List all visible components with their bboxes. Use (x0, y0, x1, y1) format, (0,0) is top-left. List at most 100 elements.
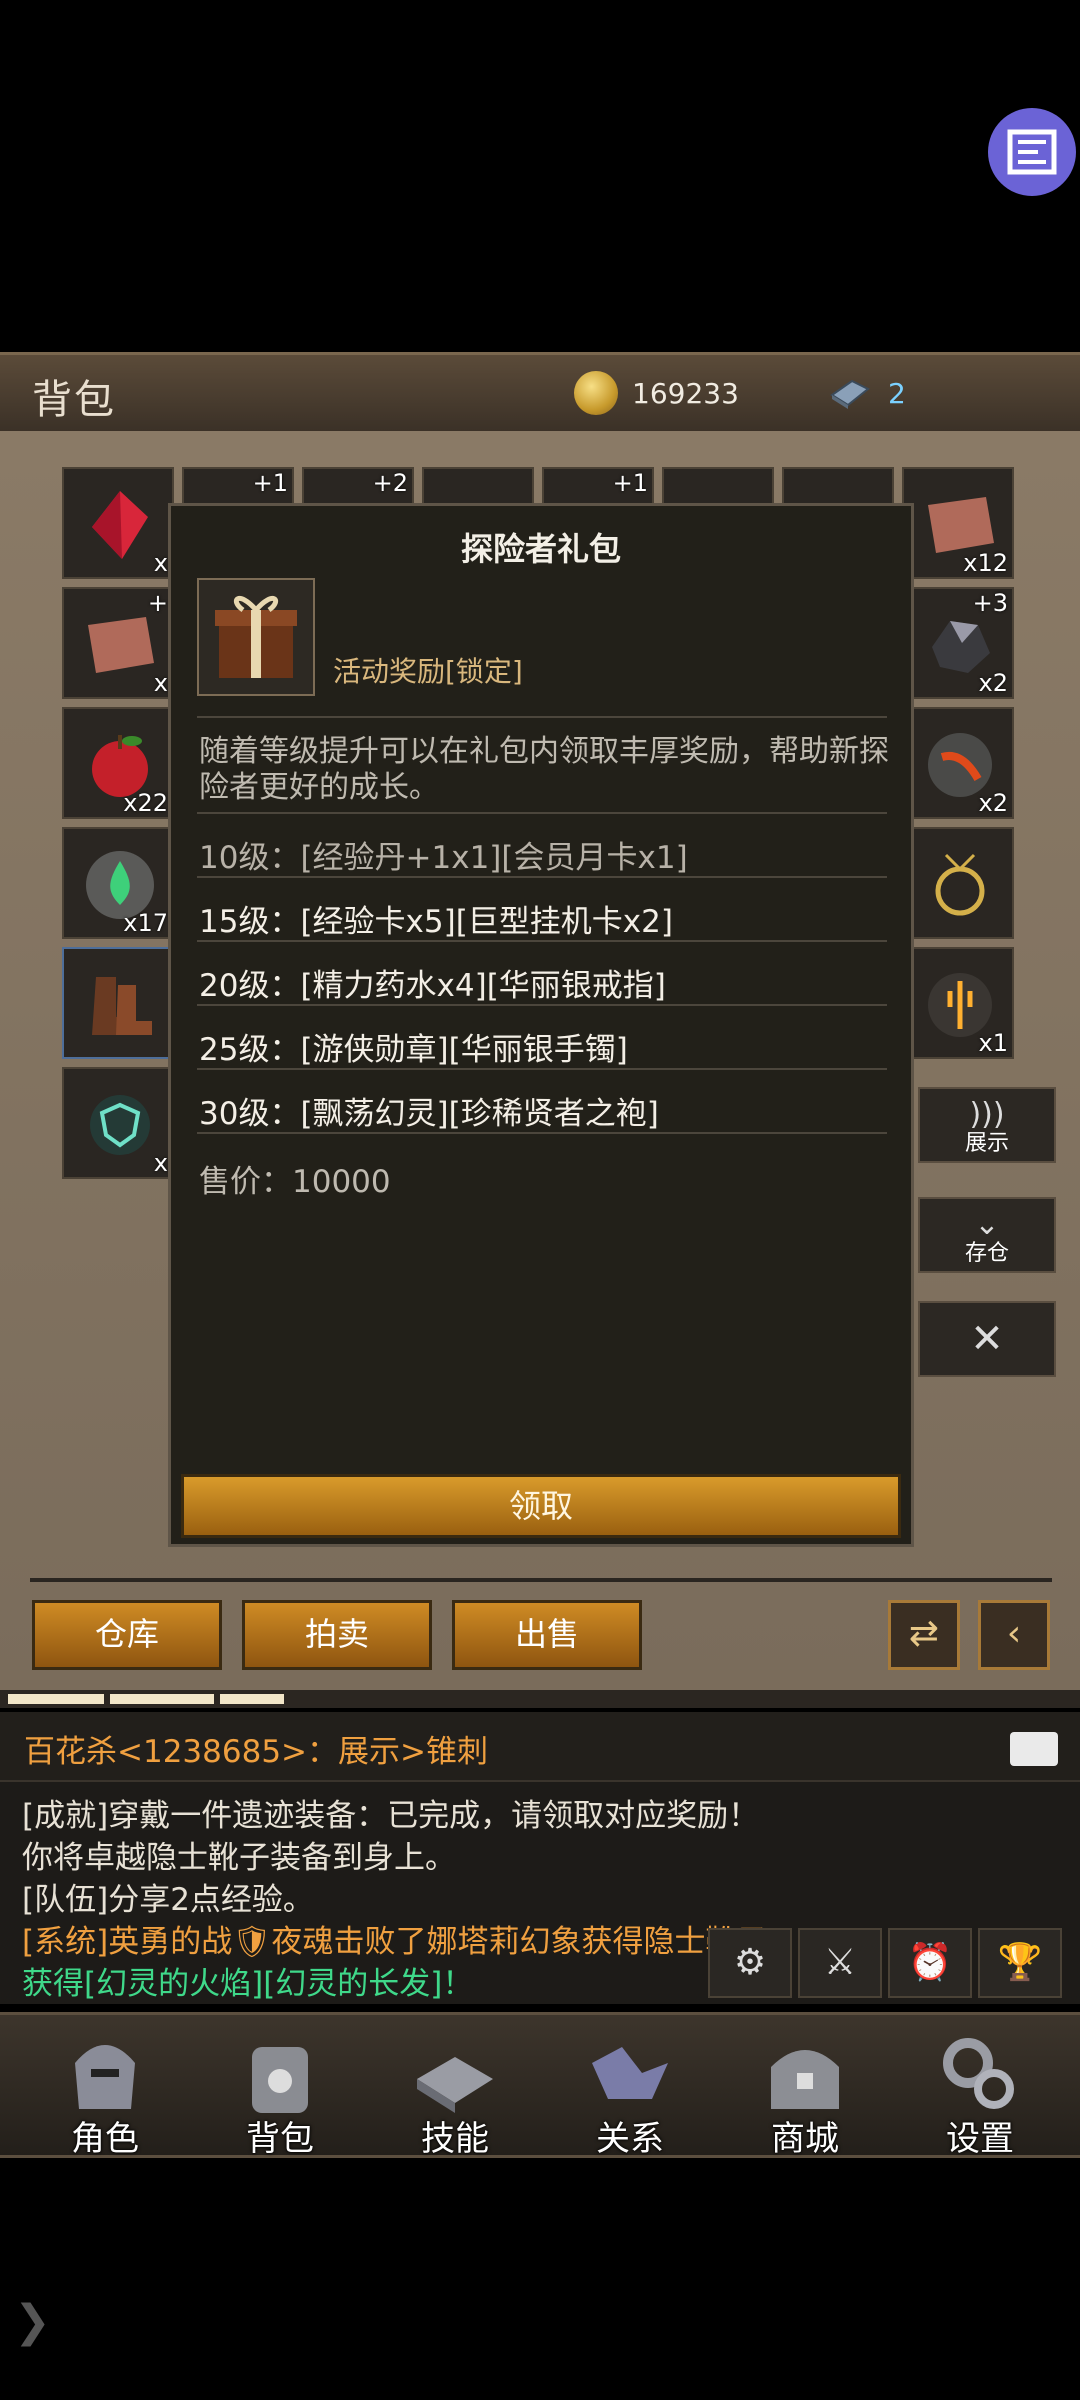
item-plus: +1 (252, 469, 288, 497)
popup-title: 探险者礼包 (460, 530, 621, 568)
item-description: 随着等级提升可以在礼包内领取丰厚奖励，帮助新探险者更好的成长。 (199, 734, 889, 805)
trophy-icon: 🏆 (997, 1942, 1043, 1983)
amulet-icon (935, 853, 985, 916)
reward-row: 10级：[经验丹+1x1][会员月卡x1] (199, 840, 688, 876)
page-dot-active (220, 1694, 284, 1704)
auto-battle-button[interactable]: ⚙ (708, 1928, 792, 1998)
sword-icon: ⚔ (823, 1942, 857, 1983)
sort-button[interactable]: ⇄ (888, 1600, 960, 1670)
inventory-slot[interactable]: x1 (902, 947, 1014, 1059)
handshake-icon (592, 2047, 668, 2099)
nav-label: 关系 (596, 2119, 664, 2159)
reward-row: 20级：[精力药水x4][华丽银戒指] (199, 968, 666, 1004)
chat-bubble-icon[interactable] (1010, 1732, 1058, 1766)
item-count: x1 (978, 1029, 1008, 1057)
gold-amount: 169233 (632, 377, 739, 410)
alarm-clock-icon: ⏰ (907, 1942, 953, 1983)
system-back-chevron-icon[interactable]: ❯ (14, 2296, 51, 2347)
nav-shop[interactable]: 商城 (720, 2015, 890, 2159)
separator (197, 940, 887, 942)
warehouse-button[interactable]: 仓库 (32, 1600, 222, 1670)
reward-row: 30级：[飘荡幻灵][珍稀贤者之袍] (199, 1096, 659, 1132)
page-dot-active (8, 1694, 104, 1704)
gold-coin-icon (574, 371, 618, 415)
back-button[interactable]: ‹ (978, 1600, 1050, 1670)
sell-price: 售价：10000 (199, 1164, 391, 1200)
reward-row: 25级：[游侠勋章][华丽银手镯] (199, 1032, 628, 1068)
inventory-slot[interactable]: x (62, 467, 174, 579)
nav-relations[interactable]: 关系 (545, 2015, 715, 2159)
inventory-slot[interactable] (902, 827, 1014, 939)
chevron-left-icon: ‹ (1006, 1613, 1022, 1654)
shield-rune-icon (90, 1095, 150, 1155)
gear-crosshair-icon: ⚙ (733, 1942, 767, 1983)
log-line: 你将卓越隐士靴子装备到身上。 (22, 1840, 456, 1876)
auction-button[interactable]: 拍卖 (242, 1600, 432, 1670)
item-count: x12 (963, 549, 1008, 577)
separator (197, 812, 887, 814)
nav-skills[interactable]: 技能 (370, 2015, 540, 2159)
sell-button[interactable]: 出售 (452, 1600, 642, 1670)
separator (197, 1132, 887, 1134)
nav-label: 背包 (246, 2119, 314, 2159)
panel-divider (30, 1578, 1052, 1582)
inventory-slot-selected[interactable] (62, 947, 174, 1059)
log-line: [队伍]分享2点经验。 (22, 1882, 314, 1918)
spellbook-icon (417, 2057, 493, 2113)
item-plus: +1 (612, 469, 648, 497)
gift-box-icon (197, 578, 315, 696)
boots-icon (92, 977, 152, 1035)
nav-label: 角色 (71, 2119, 139, 2159)
separator (197, 716, 887, 718)
nav-settings[interactable]: 设置 (895, 2015, 1065, 2159)
floating-assistant-icon[interactable] (988, 108, 1076, 196)
cloth-scrap-icon (88, 617, 154, 673)
trophy-button[interactable]: 🏆 (978, 1928, 1062, 1998)
item-count: x22 (123, 789, 168, 817)
item-count: x (153, 669, 168, 697)
clock-button[interactable]: ⏰ (888, 1928, 972, 1998)
nav-bag[interactable]: 背包 (195, 2015, 365, 2159)
close-icon: ✕ (970, 1316, 1004, 1362)
inventory-slot[interactable]: x2 (902, 707, 1014, 819)
gears-icon (943, 2038, 1014, 2109)
reward-row: 15级：[经验卡x5][巨型挂机卡x2] (199, 904, 673, 940)
separator (197, 1068, 887, 1070)
log-line: 获得[幻灵的火焰][幻灵的长发]！ (22, 1966, 474, 2002)
nav-character[interactable]: 角色 (20, 2015, 190, 2159)
nav-label: 商城 (771, 2119, 839, 2159)
display-button[interactable]: ))) 展示 (918, 1087, 1056, 1163)
inventory-slot[interactable]: x22 (62, 707, 174, 819)
page-dot-active (110, 1694, 214, 1704)
helmet-icon (75, 2045, 135, 2109)
display-label: 展示 (964, 1131, 1009, 1156)
backpack-icon (252, 2047, 308, 2113)
close-button[interactable]: ✕ (918, 1301, 1056, 1377)
item-count: x (153, 1149, 168, 1177)
page-indicator (0, 1690, 1080, 1708)
inventory-slot[interactable]: +3 x2 (902, 587, 1014, 699)
chat-ticker-text: 百花杀<1238685>：展示>锥刺 (24, 1734, 488, 1770)
store-button[interactable]: ⌄ 存仓 (918, 1197, 1056, 1273)
page-title: 背包 (32, 377, 116, 423)
chat-ticker[interactable]: 百花杀<1238685>：展示>锥刺 (0, 1712, 1080, 1780)
inventory-slot[interactable]: + x (62, 587, 174, 699)
bottom-nav: 角色 背包 技能 关系 商城 设置 (0, 2012, 1080, 2159)
nav-label: 设置 (946, 2119, 1014, 2159)
gem-amount: 2 (888, 377, 906, 410)
inventory-slot[interactable]: x12 (902, 467, 1014, 579)
inventory-slot[interactable]: x (62, 1067, 174, 1179)
separator (197, 1004, 887, 1006)
store-label: 存仓 (964, 1241, 1009, 1266)
separator (197, 876, 887, 878)
red-crystal-icon (92, 491, 148, 559)
item-plus: +3 (972, 589, 1008, 617)
item-count: x2 (978, 669, 1008, 697)
item-count: x2 (978, 789, 1008, 817)
claim-button[interactable]: 领取 (181, 1474, 901, 1538)
gem-icon (830, 379, 870, 409)
inventory-slot[interactable]: x17 (62, 827, 174, 939)
sort-icon: ⇄ (908, 1613, 940, 1654)
log-line: [系统]英勇的战🛡夜魂击败了娜塔莉幻象获得隐士靴子！ (22, 1924, 799, 1960)
sword-button[interactable]: ⚔ (798, 1928, 882, 1998)
